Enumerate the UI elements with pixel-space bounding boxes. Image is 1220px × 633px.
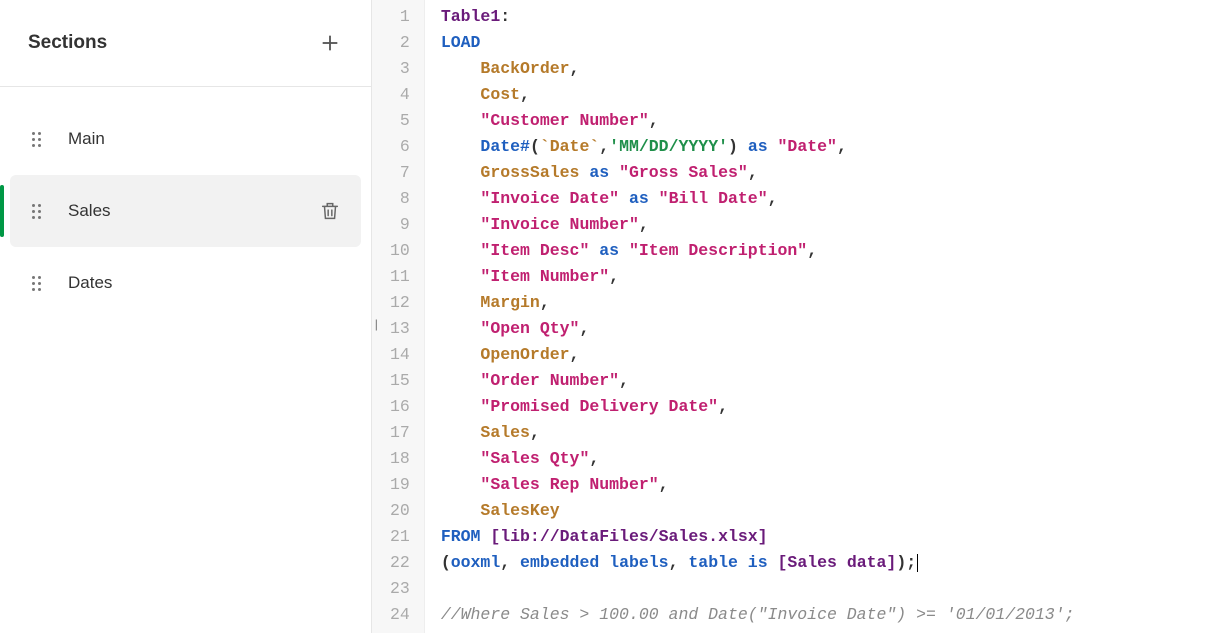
sections-sidebar: Sections MainSalesDates || xyxy=(0,0,372,633)
line-number: 7 xyxy=(390,160,410,186)
line-number: 17 xyxy=(390,420,410,446)
line-number: 8 xyxy=(390,186,410,212)
line-number: 6 xyxy=(390,134,410,160)
section-item-sales[interactable]: Sales xyxy=(10,175,361,247)
code-line[interactable]: "Invoice Number", xyxy=(441,212,1075,238)
code-line[interactable]: "Invoice Date" as "Bill Date", xyxy=(441,186,1075,212)
code-line[interactable]: (ooxml, embedded labels, table is [Sales… xyxy=(441,550,1075,576)
drag-handle-icon[interactable] xyxy=(32,276,46,291)
code-line[interactable]: "Sales Qty", xyxy=(441,446,1075,472)
code-area[interactable]: Table1:LOAD BackOrder, Cost, "Customer N… xyxy=(425,0,1075,633)
line-number: 21 xyxy=(390,524,410,550)
line-number: 22 xyxy=(390,550,410,576)
code-line[interactable]: GrossSales as "Gross Sales", xyxy=(441,160,1075,186)
code-line[interactable]: "Customer Number", xyxy=(441,108,1075,134)
code-line[interactable]: SalesKey xyxy=(441,498,1075,524)
line-number: 3 xyxy=(390,56,410,82)
code-line[interactable]: "Item Number", xyxy=(441,264,1075,290)
section-item-dates[interactable]: Dates xyxy=(0,247,371,319)
line-number: 2 xyxy=(390,30,410,56)
code-line[interactable]: Table1: xyxy=(441,4,1075,30)
code-line[interactable]: Margin, xyxy=(441,290,1075,316)
line-number: 5 xyxy=(390,108,410,134)
line-number: 20 xyxy=(390,498,410,524)
code-line[interactable]: BackOrder, xyxy=(441,56,1075,82)
line-number: 15 xyxy=(390,368,410,394)
line-number: 1 xyxy=(390,4,410,30)
line-number: 10 xyxy=(390,238,410,264)
section-label: Sales xyxy=(68,201,111,221)
code-line[interactable]: OpenOrder, xyxy=(441,342,1075,368)
line-gutter: 123456789101112131415161718192021222324 xyxy=(372,0,425,633)
section-label: Dates xyxy=(68,273,112,293)
drag-handle-icon[interactable] xyxy=(32,204,46,219)
sidebar-title: Sections xyxy=(28,32,107,54)
code-line[interactable]: Cost, xyxy=(441,82,1075,108)
line-number: 23 xyxy=(390,576,410,602)
line-number: 9 xyxy=(390,212,410,238)
plus-icon xyxy=(319,32,341,54)
code-line[interactable]: "Sales Rep Number", xyxy=(441,472,1075,498)
code-line[interactable]: "Order Number", xyxy=(441,368,1075,394)
section-item-main[interactable]: Main xyxy=(0,103,371,175)
sidebar-header: Sections xyxy=(0,0,371,87)
line-number: 12 xyxy=(390,290,410,316)
section-list: Main Sales Dates xyxy=(0,87,371,319)
line-number: 19 xyxy=(390,472,410,498)
code-line[interactable]: //Where Sales > 100.00 and Date("Invoice… xyxy=(441,602,1075,628)
line-number: 4 xyxy=(390,82,410,108)
drag-handle-icon[interactable] xyxy=(32,132,46,147)
code-line[interactable]: "Open Qty", xyxy=(441,316,1075,342)
line-number: 13 xyxy=(390,316,410,342)
code-line[interactable]: "Promised Delivery Date", xyxy=(441,394,1075,420)
line-number: 18 xyxy=(390,446,410,472)
line-number: 24 xyxy=(390,602,410,628)
section-label: Main xyxy=(68,129,105,149)
delete-icon[interactable] xyxy=(319,200,341,222)
code-line[interactable]: Date#(`Date`,'MM/DD/YYYY') as "Date", xyxy=(441,134,1075,160)
code-line[interactable] xyxy=(441,576,1075,602)
code-line[interactable]: FROM [lib://DataFiles/Sales.xlsx] xyxy=(441,524,1075,550)
line-number: 16 xyxy=(390,394,410,420)
add-section-button[interactable] xyxy=(317,30,343,56)
code-line[interactable]: Sales, xyxy=(441,420,1075,446)
code-editor[interactable]: 123456789101112131415161718192021222324 … xyxy=(372,0,1220,633)
code-line[interactable]: LOAD xyxy=(441,30,1075,56)
code-line[interactable]: "Item Desc" as "Item Description", xyxy=(441,238,1075,264)
line-number: 11 xyxy=(390,264,410,290)
line-number: 14 xyxy=(390,342,410,368)
